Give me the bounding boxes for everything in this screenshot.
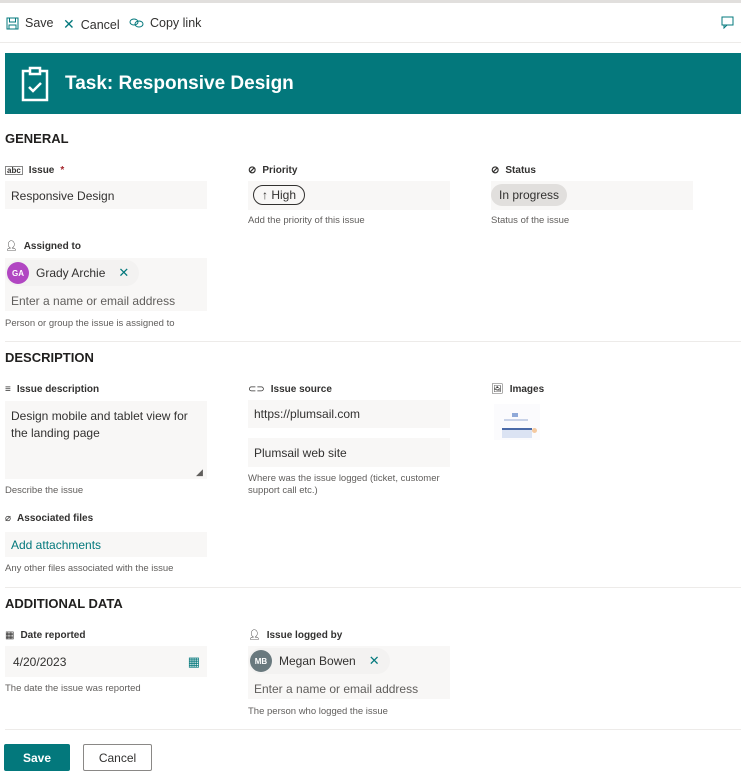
text-field-icon: abc [5,166,23,175]
images-label-text: Images [509,384,545,395]
persona-name: Megan Bowen [279,654,356,668]
logged-by-label-text: Issue logged by [266,630,343,641]
persona-chip: MB Megan Bowen ✕ [248,648,390,674]
toolbar-cancel-button[interactable]: ✕ Cancel [63,16,120,33]
persona-chip: GA Grady Archie ✕ [5,260,140,286]
resize-handle-icon[interactable]: ◢ [196,467,203,478]
date-reported-hint: The date the issue was reported [5,683,141,694]
assigned-label: 👤︎ Assigned to [5,241,81,252]
cancel-label: Cancel [80,17,120,32]
divider [0,42,741,43]
assigned-input[interactable]: Enter a name or email address [11,294,201,308]
date-reported-label-text: Date reported [20,630,86,641]
issue-source-url-input[interactable]: https://plumsail.com [248,400,450,428]
issue-source-label-text: Issue source [270,384,332,395]
priority-value: High [271,188,297,202]
associated-files-label-text: Associated files [17,513,94,524]
calendar-picker-icon[interactable]: ▦ [188,654,200,670]
avatar: GA [7,262,29,284]
save-icon [6,17,19,29]
issue-label-text: Issue [28,165,55,176]
clipboard-check-icon [21,66,49,101]
choice-icon: ⊘ [248,165,257,176]
issue-input[interactable]: Responsive Design [5,181,207,209]
status-select[interactable]: In progress [491,181,693,210]
top-border [0,0,741,3]
associated-files-hint: Any other files associated with the issu… [5,563,174,574]
priority-hint: Add the priority of this issue [248,215,365,226]
priority-select[interactable]: ↑ High [248,181,450,210]
status-label: ⊘ Status [491,165,536,176]
arrow-up-icon: ↑ [262,188,272,202]
status-pill: In progress [491,184,568,206]
logged-by-hint: The person who logged the issue [248,706,388,717]
assigned-people-picker[interactable]: GA Grady Archie ✕ Enter a name or email ad… [5,258,207,311]
page-title: Task: Responsive Design [65,72,294,94]
form-header: Task: Responsive Design [5,53,741,114]
logged-by-people-picker[interactable]: MB Megan Bowen ✕ Enter a name or email add… [248,646,450,699]
divider [5,341,741,342]
associated-files-label: ⌀ Associated files [5,513,93,524]
person-icon: 👤︎ [248,630,261,641]
persona-name: Grady Archie [36,266,106,280]
assigned-label-text: Assigned to [23,241,81,252]
issue-source-text-input[interactable]: Plumsail web site [248,438,450,467]
add-attachments-link[interactable]: Add attachments [5,532,207,557]
priority-label: ⊘ Priority [248,165,297,176]
close-icon: ✕ [63,16,75,32]
logged-by-label: 👤︎ Issue logged by [248,630,342,641]
section-additional-title: ADDITIONAL DATA [5,596,123,611]
image-thumbnail[interactable] [494,404,540,440]
remove-icon[interactable]: ✕ [369,653,380,669]
multiline-text-icon: ≡ [5,384,11,395]
divider [5,729,741,730]
choice-icon: ⊘ [491,165,500,176]
assigned-hint: Person or group the issue is assigned to [5,318,175,329]
toolbar-save-button[interactable]: Save [6,16,54,30]
save-button[interactable]: Save [4,744,70,771]
issue-source-label: ⊂⊃ Issue source [248,384,332,395]
toolbar-copy-link-button[interactable]: Copy link [129,16,201,30]
priority-label-text: Priority [262,165,298,176]
images-label: 🖼︎ Images [491,384,544,395]
link-icon: ⊂⊃ [248,384,265,395]
required-marker: * [60,165,65,176]
person-icon: 👤︎ [5,241,18,252]
avatar: MB [250,650,272,672]
issue-description-textarea[interactable]: Design mobile and tablet view for the la… [5,401,207,479]
copy-link-label: Copy link [150,16,202,30]
cancel-button[interactable]: Cancel [83,744,152,771]
status-hint: Status of the issue [491,215,570,226]
date-reported-input[interactable]: 4/20/2023 ▦ [5,646,207,677]
date-reported-label: ▦ Date reported [5,630,85,641]
issue-source-hint: Where was the issue logged (ticket, cust… [248,473,440,496]
calendar-icon: ▦ [5,630,15,641]
issue-label: abc Issue * [5,165,64,176]
section-description-title: DESCRIPTION [5,350,94,365]
image-icon: 🖼︎ [491,384,504,395]
save-label: Save [25,16,54,30]
divider [5,587,741,588]
remove-icon[interactable]: ✕ [118,265,129,281]
issue-description-label-text: Issue description [16,384,100,395]
issue-description-label: ≡ Issue description [5,384,99,395]
section-general-title: GENERAL [5,131,69,146]
issue-description-hint: Describe the issue [5,485,84,496]
link-icon [129,18,144,28]
logged-by-input[interactable]: Enter a name or email address [254,682,444,696]
paperclip-icon: ⌀ [5,513,12,524]
date-value: 4/20/2023 [13,655,67,669]
priority-pill: ↑ High [253,185,306,205]
comments-icon[interactable] [721,16,734,34]
status-label-text: Status [505,165,536,176]
